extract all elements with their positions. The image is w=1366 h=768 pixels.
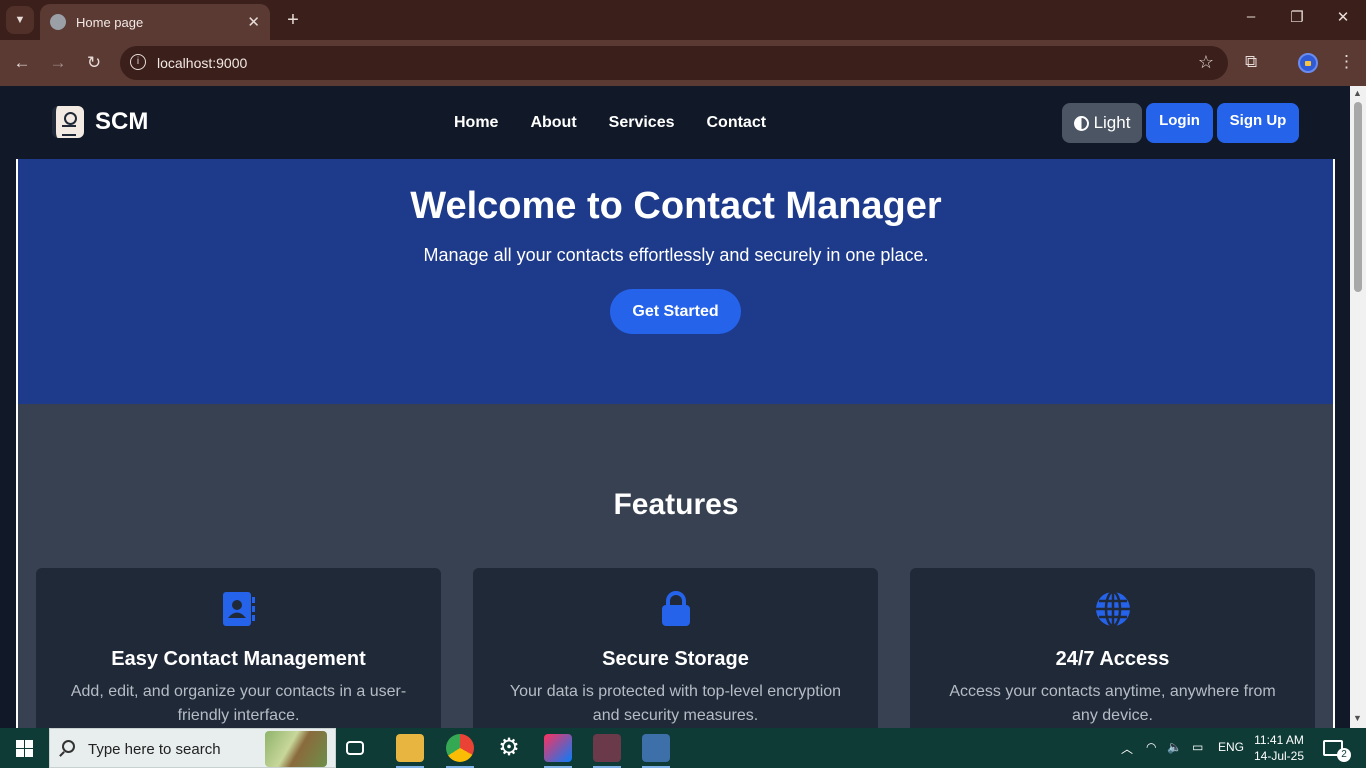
page-frame-border [16, 159, 1335, 728]
app-icon[interactable] [593, 734, 621, 768]
profile-avatar[interactable] [1298, 53, 1318, 73]
task-view-icon[interactable] [346, 741, 364, 755]
nav-link-about[interactable]: About [530, 114, 576, 132]
windows-start-icon[interactable] [16, 740, 33, 757]
nav-link-contact[interactable]: Contact [707, 114, 767, 132]
clock-time: 11:41 AM [1254, 733, 1304, 747]
login-button[interactable]: Login [1146, 103, 1213, 143]
scrollbar-thumb[interactable] [1354, 102, 1362, 292]
taskbar-search-placeholder: Type here to search [88, 741, 221, 758]
search-icon [62, 740, 75, 753]
brand-name: SCM [95, 108, 149, 135]
address-bar[interactable]: i localhost:9000 ☆ [120, 46, 1228, 80]
theme-toggle-button[interactable]: Light [1062, 103, 1142, 143]
forward-icon[interactable]: → [47, 52, 69, 74]
language-indicator[interactable]: ENG [1218, 740, 1244, 754]
new-tab-button[interactable]: + [283, 8, 303, 32]
close-tab-icon[interactable]: ✕ [247, 13, 260, 31]
restore-icon[interactable]: ❐ [1287, 8, 1307, 26]
browser-menu-icon[interactable]: ⋮ [1338, 52, 1355, 72]
scroll-up-icon[interactable]: ▲ [1353, 88, 1362, 98]
tab-title: Home page [76, 14, 144, 30]
browser-tab[interactable]: Home page ✕ [40, 4, 270, 40]
signup-button[interactable]: Sign Up [1217, 103, 1299, 143]
page-scrollbar[interactable]: ▲ ▼ [1350, 86, 1366, 728]
close-window-icon[interactable]: ✕ [1333, 8, 1353, 26]
mysql-workbench-icon[interactable] [642, 734, 670, 768]
nav-link-home[interactable]: Home [454, 114, 498, 132]
chevron-up-icon[interactable]: ︿ [1121, 740, 1133, 757]
file-explorer-icon[interactable] [396, 734, 424, 768]
theme-toggle-label: Light [1093, 113, 1131, 132]
brand[interactable]: SCM [52, 106, 148, 138]
url-text[interactable]: localhost:9000 [157, 55, 247, 71]
extensions-icon[interactable]: ⧉ [1245, 52, 1257, 72]
reload-icon[interactable]: ↻ [83, 52, 105, 74]
minimize-icon[interactable]: – [1241, 8, 1261, 25]
nav-link-services[interactable]: Services [609, 114, 675, 132]
notification-center-icon[interactable]: 2 [1323, 740, 1351, 762]
web-page: SCM Home About Services Contact Light Lo… [0, 86, 1350, 728]
battery-icon[interactable]: ▭ [1192, 740, 1203, 754]
search-highlight-image [265, 731, 327, 767]
browser-tab-strip: ▼ Home page ✕ + – ❐ ✕ [0, 0, 1366, 40]
site-navbar: SCM Home About Services Contact Light Lo… [0, 86, 1350, 159]
scroll-down-icon[interactable]: ▼ [1353, 713, 1362, 723]
tab-search-button[interactable]: ▼ [6, 6, 34, 34]
clock[interactable]: 11:41 AM 14-Jul-25 [1254, 732, 1304, 764]
bookmark-star-icon[interactable]: ☆ [1198, 52, 1214, 73]
clock-date: 14-Jul-25 [1254, 749, 1305, 763]
windows-taskbar: Type here to search ⚙ ︿ ◠ 🔈 ▭ ENG 11:41 … [0, 728, 1366, 768]
contact-book-logo-icon [52, 106, 84, 138]
site-info-icon[interactable]: i [130, 54, 146, 70]
nav-links: Home About Services Contact [454, 114, 798, 132]
volume-muted-icon[interactable]: 🔈 [1167, 740, 1182, 754]
notification-count: 2 [1337, 748, 1351, 762]
back-icon[interactable]: ← [11, 52, 33, 74]
chrome-icon[interactable] [446, 734, 474, 768]
taskbar-search-box[interactable]: Type here to search [49, 728, 336, 768]
half-circle-icon [1073, 115, 1089, 131]
settings-gear-icon[interactable]: ⚙ [495, 734, 523, 762]
intellij-icon[interactable] [544, 734, 572, 768]
globe-icon [50, 14, 66, 30]
wifi-icon[interactable]: ◠ [1146, 740, 1156, 754]
